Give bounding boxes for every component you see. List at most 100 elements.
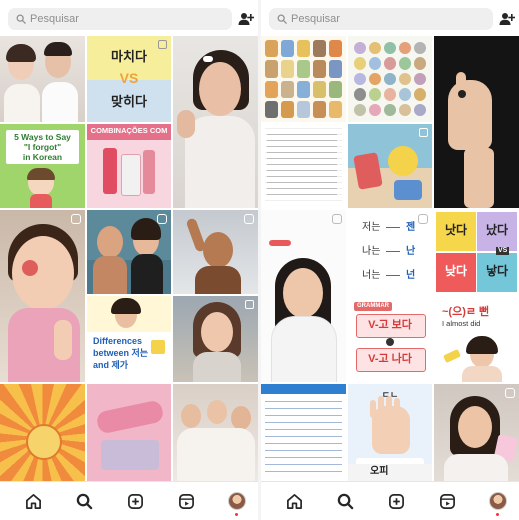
post-header: COMBINAÇÕES COM bbox=[90, 126, 168, 135]
child-photo bbox=[12, 236, 74, 310]
grammar-subtitle: I almost did bbox=[442, 319, 481, 328]
contraction-short: 넌 bbox=[406, 270, 416, 281]
post-tile[interactable] bbox=[173, 36, 258, 208]
contraction-short: 난 bbox=[406, 246, 416, 257]
reels-icon[interactable] bbox=[437, 491, 457, 511]
create-icon[interactable] bbox=[125, 491, 145, 511]
person-photo bbox=[203, 232, 233, 268]
search-bar[interactable] bbox=[8, 8, 232, 30]
add-user-icon[interactable] bbox=[499, 11, 515, 27]
post-tile[interactable] bbox=[261, 36, 346, 122]
vocab-illustration-grid bbox=[265, 40, 342, 118]
search-icon bbox=[277, 14, 287, 24]
reels-icon bbox=[244, 214, 254, 224]
carousel-icon bbox=[419, 128, 428, 137]
vocab-word: 낫다 bbox=[444, 223, 468, 237]
reels-icon bbox=[505, 388, 515, 398]
post-tile[interactable]: COMBINAÇÕES COM bbox=[87, 124, 171, 208]
post-tile[interactable] bbox=[348, 36, 432, 122]
grammar-line: V-고 보다 bbox=[368, 319, 412, 331]
explore-grid: 마치다 VS 맞히다 5 Ways to Say "I forgot" in K… bbox=[0, 36, 258, 482]
vs-label: VS bbox=[119, 70, 139, 86]
vocab-list bbox=[265, 398, 342, 478]
vocab-word: 낳다 bbox=[485, 264, 509, 278]
search-icon bbox=[16, 14, 26, 24]
post-tile[interactable]: 5 Ways to Say "I forgot" in Korean bbox=[0, 124, 85, 208]
post-tile[interactable] bbox=[434, 36, 519, 208]
post-tile[interactable]: 마치다 VS 맞히다 bbox=[87, 36, 171, 122]
post-caption-line: in Korean bbox=[22, 152, 63, 162]
profile-avatar[interactable] bbox=[227, 491, 247, 511]
post-tile[interactable]: Differences between 저는 and 제가 bbox=[87, 296, 171, 382]
post-caption-line: Differences bbox=[93, 336, 143, 346]
post-tile[interactable] bbox=[87, 210, 171, 294]
vocab-illustration-grid bbox=[354, 42, 426, 116]
search-input[interactable] bbox=[30, 13, 210, 25]
search-icon[interactable] bbox=[74, 491, 94, 511]
vocab-word: 났다 bbox=[485, 223, 509, 237]
vocab-word: 낮다 bbox=[444, 264, 468, 278]
vs-badge bbox=[386, 338, 394, 346]
reels-icon bbox=[418, 214, 428, 224]
vs-label: VS bbox=[496, 247, 510, 256]
cartoon-character bbox=[26, 424, 62, 460]
arrow-icon bbox=[386, 275, 400, 276]
grammar-line: V-고 나다 bbox=[368, 353, 412, 365]
post-tile[interactable] bbox=[0, 210, 85, 382]
person-photo bbox=[283, 268, 323, 318]
home-icon[interactable] bbox=[284, 491, 304, 511]
contraction-original: 너는 bbox=[362, 270, 381, 281]
post-tile[interactable] bbox=[173, 210, 258, 294]
person-photo bbox=[201, 312, 233, 352]
person-photo bbox=[199, 62, 241, 116]
grammar-title: ~(으)ㄹ 뻔 bbox=[442, 306, 490, 318]
post-tile[interactable]: 저는 젠 나는 난 너는 넌 bbox=[348, 210, 432, 294]
profile-avatar[interactable] bbox=[488, 491, 508, 511]
post-tile[interactable] bbox=[0, 36, 85, 122]
post-tile[interactable]: 낫다 났다 낮다 낳다 VS bbox=[434, 210, 519, 294]
person-photo bbox=[97, 226, 123, 258]
post-tile[interactable]: 오피 bbox=[348, 464, 432, 482]
post-tile[interactable] bbox=[261, 384, 346, 482]
post-tile[interactable] bbox=[0, 384, 85, 482]
search-icon[interactable] bbox=[335, 491, 355, 511]
add-user-icon[interactable] bbox=[238, 11, 254, 27]
reels-icon bbox=[332, 214, 342, 224]
notification-dot bbox=[235, 513, 238, 516]
create-icon[interactable] bbox=[386, 491, 406, 511]
carousel-icon bbox=[158, 40, 167, 49]
post-tile[interactable] bbox=[173, 296, 258, 382]
post-caption-line: and 제가 bbox=[93, 360, 129, 370]
post-tile[interactable] bbox=[348, 124, 432, 208]
reels-icon[interactable] bbox=[176, 491, 196, 511]
post-tile[interactable] bbox=[173, 384, 258, 482]
post-tile[interactable] bbox=[434, 384, 519, 482]
home-icon[interactable] bbox=[23, 491, 43, 511]
vocab-word: 오피 bbox=[370, 466, 389, 477]
contraction-original: 나는 bbox=[362, 246, 381, 257]
notification-dot bbox=[496, 513, 499, 516]
person-photo bbox=[231, 406, 251, 430]
person-photo bbox=[207, 400, 227, 424]
post-tile[interactable] bbox=[87, 384, 171, 482]
person-photo bbox=[458, 406, 492, 448]
person-photo bbox=[181, 404, 201, 428]
post-tile[interactable] bbox=[261, 124, 346, 208]
search-input[interactable] bbox=[291, 13, 471, 25]
post-tile[interactable]: GRAMMAR V-고 보다 V-고 나다 bbox=[348, 296, 432, 382]
vocab-word-bottom: 맞히다 bbox=[111, 94, 147, 109]
contraction-original: 저는 bbox=[362, 222, 381, 233]
reels-icon bbox=[157, 214, 167, 224]
post-caption-line: between 저는 bbox=[93, 348, 149, 358]
explore-screen-left: 마치다 VS 맞히다 5 Ways to Say "I forgot" in K… bbox=[0, 0, 258, 520]
bottom-nav bbox=[0, 481, 258, 520]
post-tile[interactable]: ~(으)ㄹ 뻔 I almost did bbox=[434, 296, 519, 382]
bottom-nav bbox=[261, 481, 519, 520]
grammar-label: GRAMMAR bbox=[354, 302, 392, 311]
search-bar[interactable] bbox=[269, 8, 493, 30]
contraction-short: 젠 bbox=[406, 222, 416, 233]
reels-icon bbox=[71, 214, 81, 224]
explore-grid: 저는 젠 나는 난 너는 넌 낫다 났다 낮다 낳다 VS GRAMMAR V-… bbox=[261, 36, 519, 482]
post-tile[interactable] bbox=[261, 210, 346, 382]
arrow-icon bbox=[386, 251, 400, 252]
